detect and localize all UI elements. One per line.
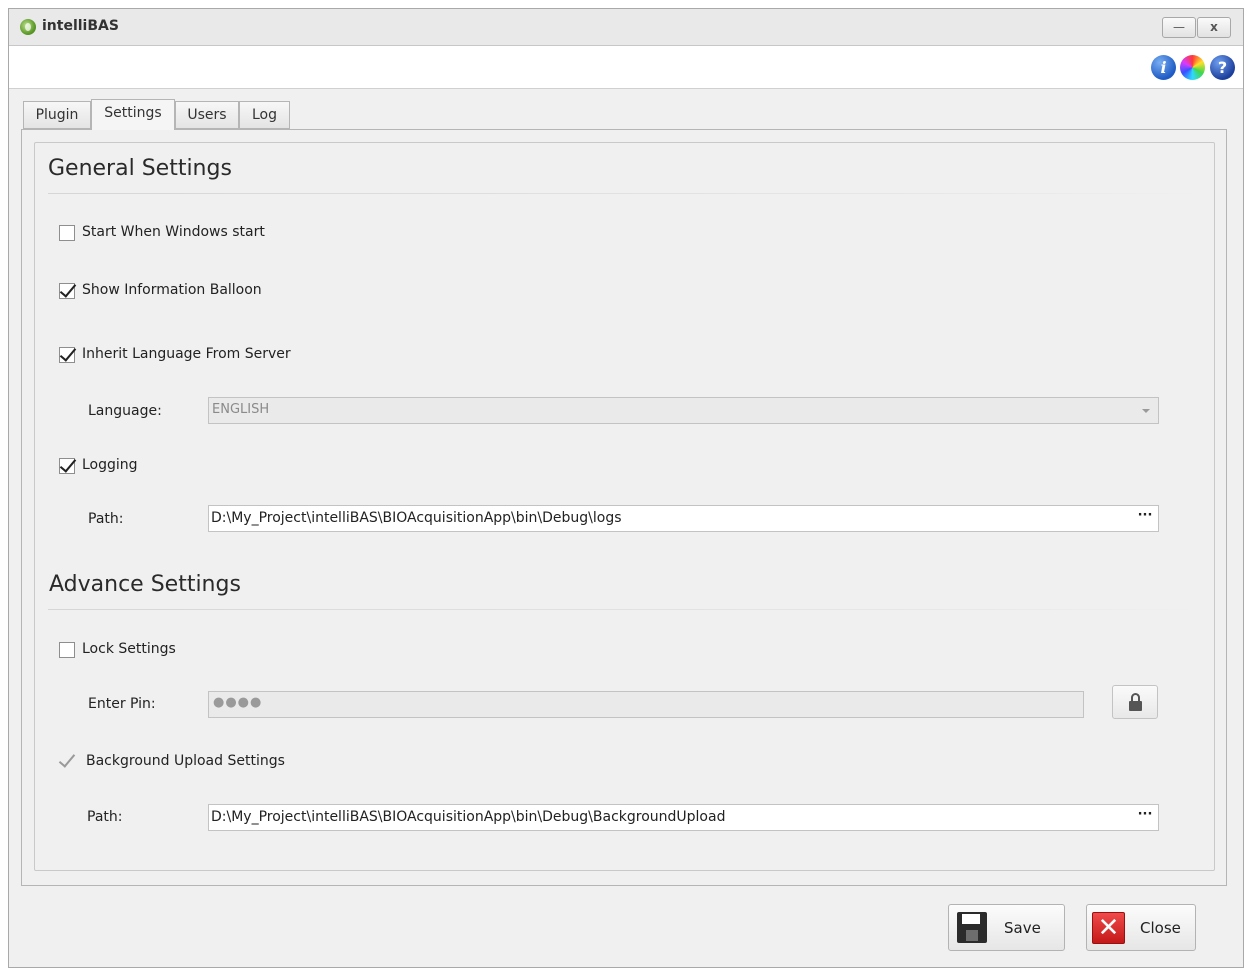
- toolbar: i ?: [9, 46, 1243, 89]
- app-logo-icon: [20, 19, 36, 35]
- lock-button[interactable]: [1112, 685, 1158, 719]
- minimize-button[interactable]: —: [1162, 17, 1196, 38]
- browse-log-path-button[interactable]: ···: [1134, 508, 1156, 529]
- upload-path-value: D:\My_Project\intelliBAS\BIOAcquisitionA…: [211, 809, 726, 825]
- logging-label: Logging: [82, 457, 138, 473]
- start-with-windows-checkbox[interactable]: [59, 225, 75, 241]
- save-button[interactable]: Save: [948, 904, 1065, 951]
- close-button-label: Close: [1140, 919, 1181, 937]
- inherit-language-checkbox[interactable]: [59, 347, 75, 363]
- advance-settings-title: Advance Settings: [49, 572, 241, 597]
- pin-input[interactable]: ●●●●: [208, 691, 1084, 718]
- pin-label: Enter Pin:: [88, 696, 156, 712]
- show-info-balloon-label: Show Information Balloon: [82, 282, 262, 298]
- save-button-label: Save: [1004, 919, 1041, 937]
- log-path-input[interactable]: D:\My_Project\intelliBAS\BIOAcquisitionA…: [208, 505, 1159, 532]
- floppy-disk-icon: [957, 912, 987, 943]
- tab-log[interactable]: Log: [239, 101, 290, 129]
- tab-users[interactable]: Users: [175, 101, 239, 129]
- info-icon[interactable]: i: [1151, 55, 1176, 80]
- settings-group: General Settings Start When Windows star…: [34, 142, 1215, 871]
- close-button[interactable]: ✕ Close: [1086, 904, 1196, 951]
- language-value: ENGLISH: [212, 402, 270, 417]
- general-settings-divider: [48, 193, 1208, 194]
- app-window: intelliBAS — x i ? Plugin Settings Users…: [8, 8, 1244, 968]
- log-path-value: D:\My_Project\intelliBAS\BIOAcquisitionA…: [211, 510, 622, 526]
- logging-checkbox[interactable]: [59, 458, 75, 474]
- help-icon[interactable]: ?: [1210, 55, 1235, 80]
- color-wheel-icon[interactable]: [1180, 55, 1205, 80]
- background-upload-label: Background Upload Settings: [86, 753, 285, 769]
- browse-upload-path-button[interactable]: ···: [1134, 807, 1156, 828]
- title-bar: intelliBAS — x: [9, 9, 1243, 46]
- upload-path-input[interactable]: D:\My_Project\intelliBAS\BIOAcquisitionA…: [208, 804, 1159, 831]
- tab-plugin[interactable]: Plugin: [23, 101, 91, 129]
- settings-panel: General Settings Start When Windows star…: [21, 129, 1227, 886]
- tab-settings[interactable]: Settings: [91, 99, 175, 130]
- lock-settings-label: Lock Settings: [82, 641, 176, 657]
- close-window-button[interactable]: x: [1197, 17, 1231, 38]
- advance-settings-divider: [48, 609, 1208, 610]
- window-title: intelliBAS: [42, 18, 119, 34]
- inherit-language-label: Inherit Language From Server: [82, 346, 291, 362]
- upload-path-label: Path:: [87, 809, 123, 825]
- close-icon: ✕: [1092, 912, 1125, 944]
- language-select[interactable]: ENGLISH: [208, 397, 1159, 424]
- general-settings-title: General Settings: [48, 156, 232, 181]
- show-info-balloon-checkbox[interactable]: [59, 283, 75, 299]
- log-path-label: Path:: [88, 511, 124, 527]
- start-with-windows-label: Start When Windows start: [82, 224, 265, 240]
- language-label: Language:: [88, 403, 162, 419]
- lock-settings-checkbox[interactable]: [59, 642, 75, 658]
- pin-value: ●●●●: [213, 695, 263, 710]
- chevron-down-icon: [1142, 409, 1150, 413]
- background-upload-checkbox[interactable]: [59, 754, 75, 770]
